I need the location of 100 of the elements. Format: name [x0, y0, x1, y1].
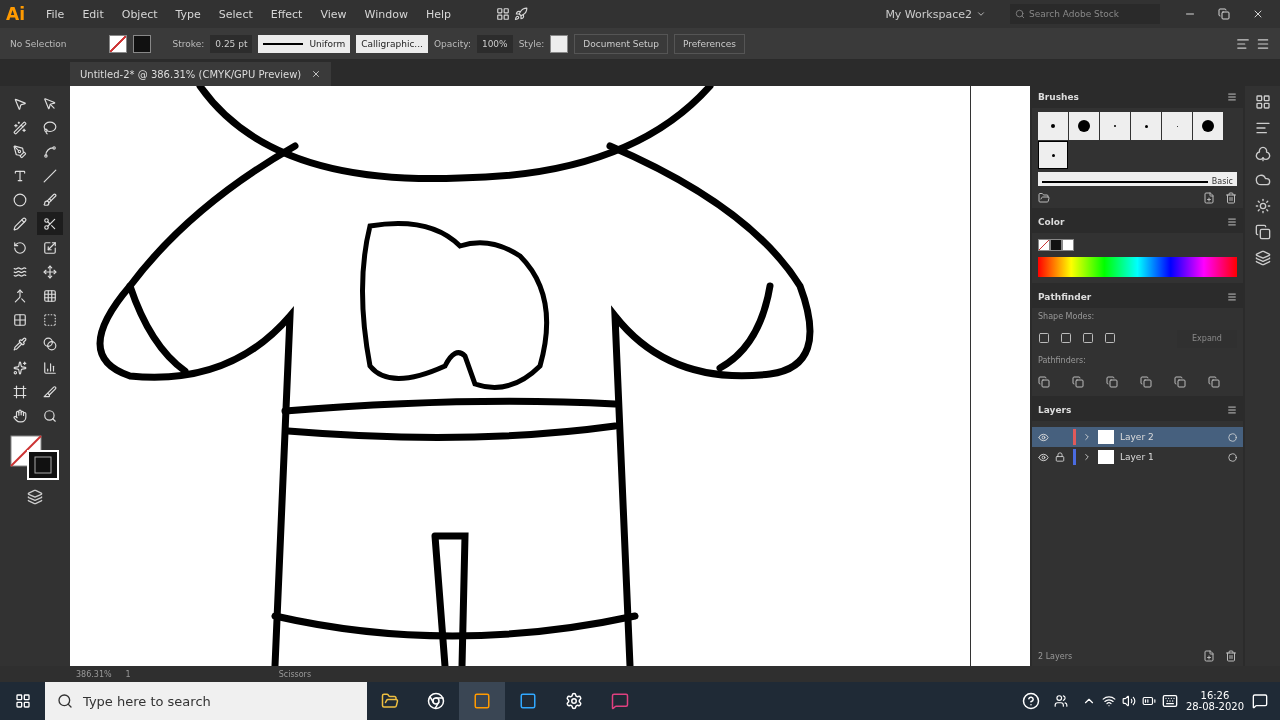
- control-button[interactable]: Preferences: [674, 33, 745, 54]
- brush-preset[interactable]: [1069, 112, 1099, 140]
- eyedropper-icon: [13, 336, 27, 351]
- close-icon: [311, 69, 322, 79]
- wave-icon: [13, 264, 27, 279]
- windows-icon: [14, 693, 31, 709]
- align-icon: [1236, 36, 1250, 51]
- brush-name: Basic: [1211, 177, 1233, 186]
- blend-icon: [43, 336, 57, 351]
- wifi-icon: [1101, 694, 1116, 708]
- style-swatch[interactable]: [550, 34, 569, 53]
- control-button[interactable]: Document Setup: [574, 33, 668, 54]
- rocket-icon: [514, 7, 528, 21]
- none-swatch[interactable]: [1038, 239, 1050, 251]
- browser-icon: [427, 692, 445, 710]
- menu-icon: [1227, 217, 1237, 227]
- menu-item[interactable]: File: [39, 7, 72, 21]
- lasso-icon: [43, 120, 57, 135]
- layer-row[interactable]: Layer 2: [1032, 427, 1243, 447]
- menu-item[interactable]: Window: [357, 7, 415, 21]
- menu-item[interactable]: Type: [168, 7, 208, 21]
- arrow-icon: [43, 96, 57, 111]
- artboard-icon: [13, 384, 27, 399]
- menu-item[interactable]: Help: [418, 7, 458, 21]
- slice-icon: [43, 384, 57, 399]
- app-icon: [519, 692, 537, 710]
- keyboard-icon: [1161, 693, 1178, 709]
- panel-title: Color: [1038, 217, 1065, 227]
- pathfinder-icon: [1038, 376, 1050, 388]
- document-tab[interactable]: Untitled-2* @ 386.31% (CMYK/GPU Preview): [70, 62, 332, 86]
- layer-row[interactable]: Layer 1: [1032, 447, 1243, 467]
- club-icon: [1254, 146, 1271, 162]
- folder-icon: [381, 692, 399, 710]
- cloud-icon: [1254, 172, 1271, 188]
- stroke-swatch[interactable]: [132, 34, 151, 53]
- menu-item[interactable]: View: [313, 7, 354, 21]
- fill-stroke-icon[interactable]: [10, 435, 60, 481]
- sparkle-icon: [13, 360, 27, 375]
- rotate-icon: [13, 240, 27, 255]
- panel-title: Brushes: [1038, 92, 1079, 102]
- menu-icon: [1256, 36, 1270, 51]
- opacity-field[interactable]: 100%: [476, 34, 513, 53]
- layer-count: 2 Layers: [1038, 651, 1073, 661]
- fill-swatch[interactable]: [108, 34, 127, 53]
- help-icon: [1021, 692, 1040, 710]
- color-swatch[interactable]: [1050, 239, 1062, 251]
- pen-icon: [13, 144, 27, 159]
- hand-icon: [13, 408, 27, 423]
- tool-button[interactable]: [37, 212, 63, 235]
- arrow-icon: [13, 96, 27, 111]
- search-icon: [1015, 9, 1025, 19]
- brush-preset[interactable]: [1193, 112, 1223, 140]
- section-label: Pathfinders:: [1038, 356, 1086, 365]
- panel-title: Pathfinder: [1038, 292, 1092, 302]
- gradient-icon: [43, 312, 57, 327]
- section-label: Shape Modes:: [1038, 312, 1095, 321]
- wand-icon: [13, 120, 27, 135]
- zoom-icon: [43, 408, 57, 423]
- menu-item[interactable]: Select: [211, 7, 260, 21]
- pathfinder-icon: [1072, 376, 1084, 388]
- color-swatch[interactable]: [1062, 239, 1074, 251]
- settings-icon: [565, 692, 583, 710]
- brush-preset[interactable]: [1038, 141, 1068, 169]
- menu-item[interactable]: Object: [114, 7, 165, 21]
- menu-icon: [1227, 92, 1237, 102]
- layer-thumbnail: [1098, 450, 1114, 464]
- zoom-level[interactable]: 386.31%: [76, 669, 112, 679]
- clock[interactable]: 16:26 28-08-2020: [1185, 690, 1244, 712]
- opacity-label: Opacity:: [433, 38, 471, 49]
- menu-icon: [1227, 405, 1237, 415]
- type-icon: [13, 168, 27, 183]
- layer-name: Layer 2: [1120, 432, 1154, 442]
- line-icon: [43, 168, 57, 183]
- layout-icon: [496, 7, 510, 21]
- stroke-weight-field[interactable]: 0.25 pt: [210, 34, 253, 53]
- stock-search-field[interactable]: Search Adobe Stock: [1010, 4, 1160, 24]
- brush-dropdown[interactable]: Calligraphic...: [356, 34, 428, 53]
- pathfinder-icon: [1106, 376, 1118, 388]
- eye-icon: [1038, 431, 1049, 443]
- profile-dropdown[interactable]: Uniform: [258, 34, 351, 53]
- app-logo: Ai: [6, 4, 25, 24]
- menu-item[interactable]: Edit: [75, 7, 111, 21]
- taskbar-search-field[interactable]: Type here to search: [45, 682, 367, 720]
- volume-icon: [1121, 694, 1136, 708]
- sun-icon: [1254, 198, 1271, 214]
- pathfinder-icon: [1140, 376, 1152, 388]
- pathfinder-icon: [1208, 376, 1220, 388]
- close-icon: [1252, 8, 1264, 20]
- color-spectrum[interactable]: [1038, 257, 1237, 277]
- app-icon: [473, 692, 491, 710]
- trash-icon: [1225, 192, 1237, 204]
- grid-icon: [1254, 94, 1271, 110]
- menu-item[interactable]: Effect: [263, 7, 310, 21]
- screen-mode-icon: [27, 489, 43, 505]
- restore-icon: [1218, 8, 1230, 20]
- artboard-number[interactable]: 1: [125, 669, 131, 679]
- brush-icon: [43, 192, 57, 207]
- shape-mode-icon: [1082, 332, 1094, 344]
- notification-icon: [1252, 693, 1268, 709]
- selection-status: No Selection: [10, 38, 67, 49]
